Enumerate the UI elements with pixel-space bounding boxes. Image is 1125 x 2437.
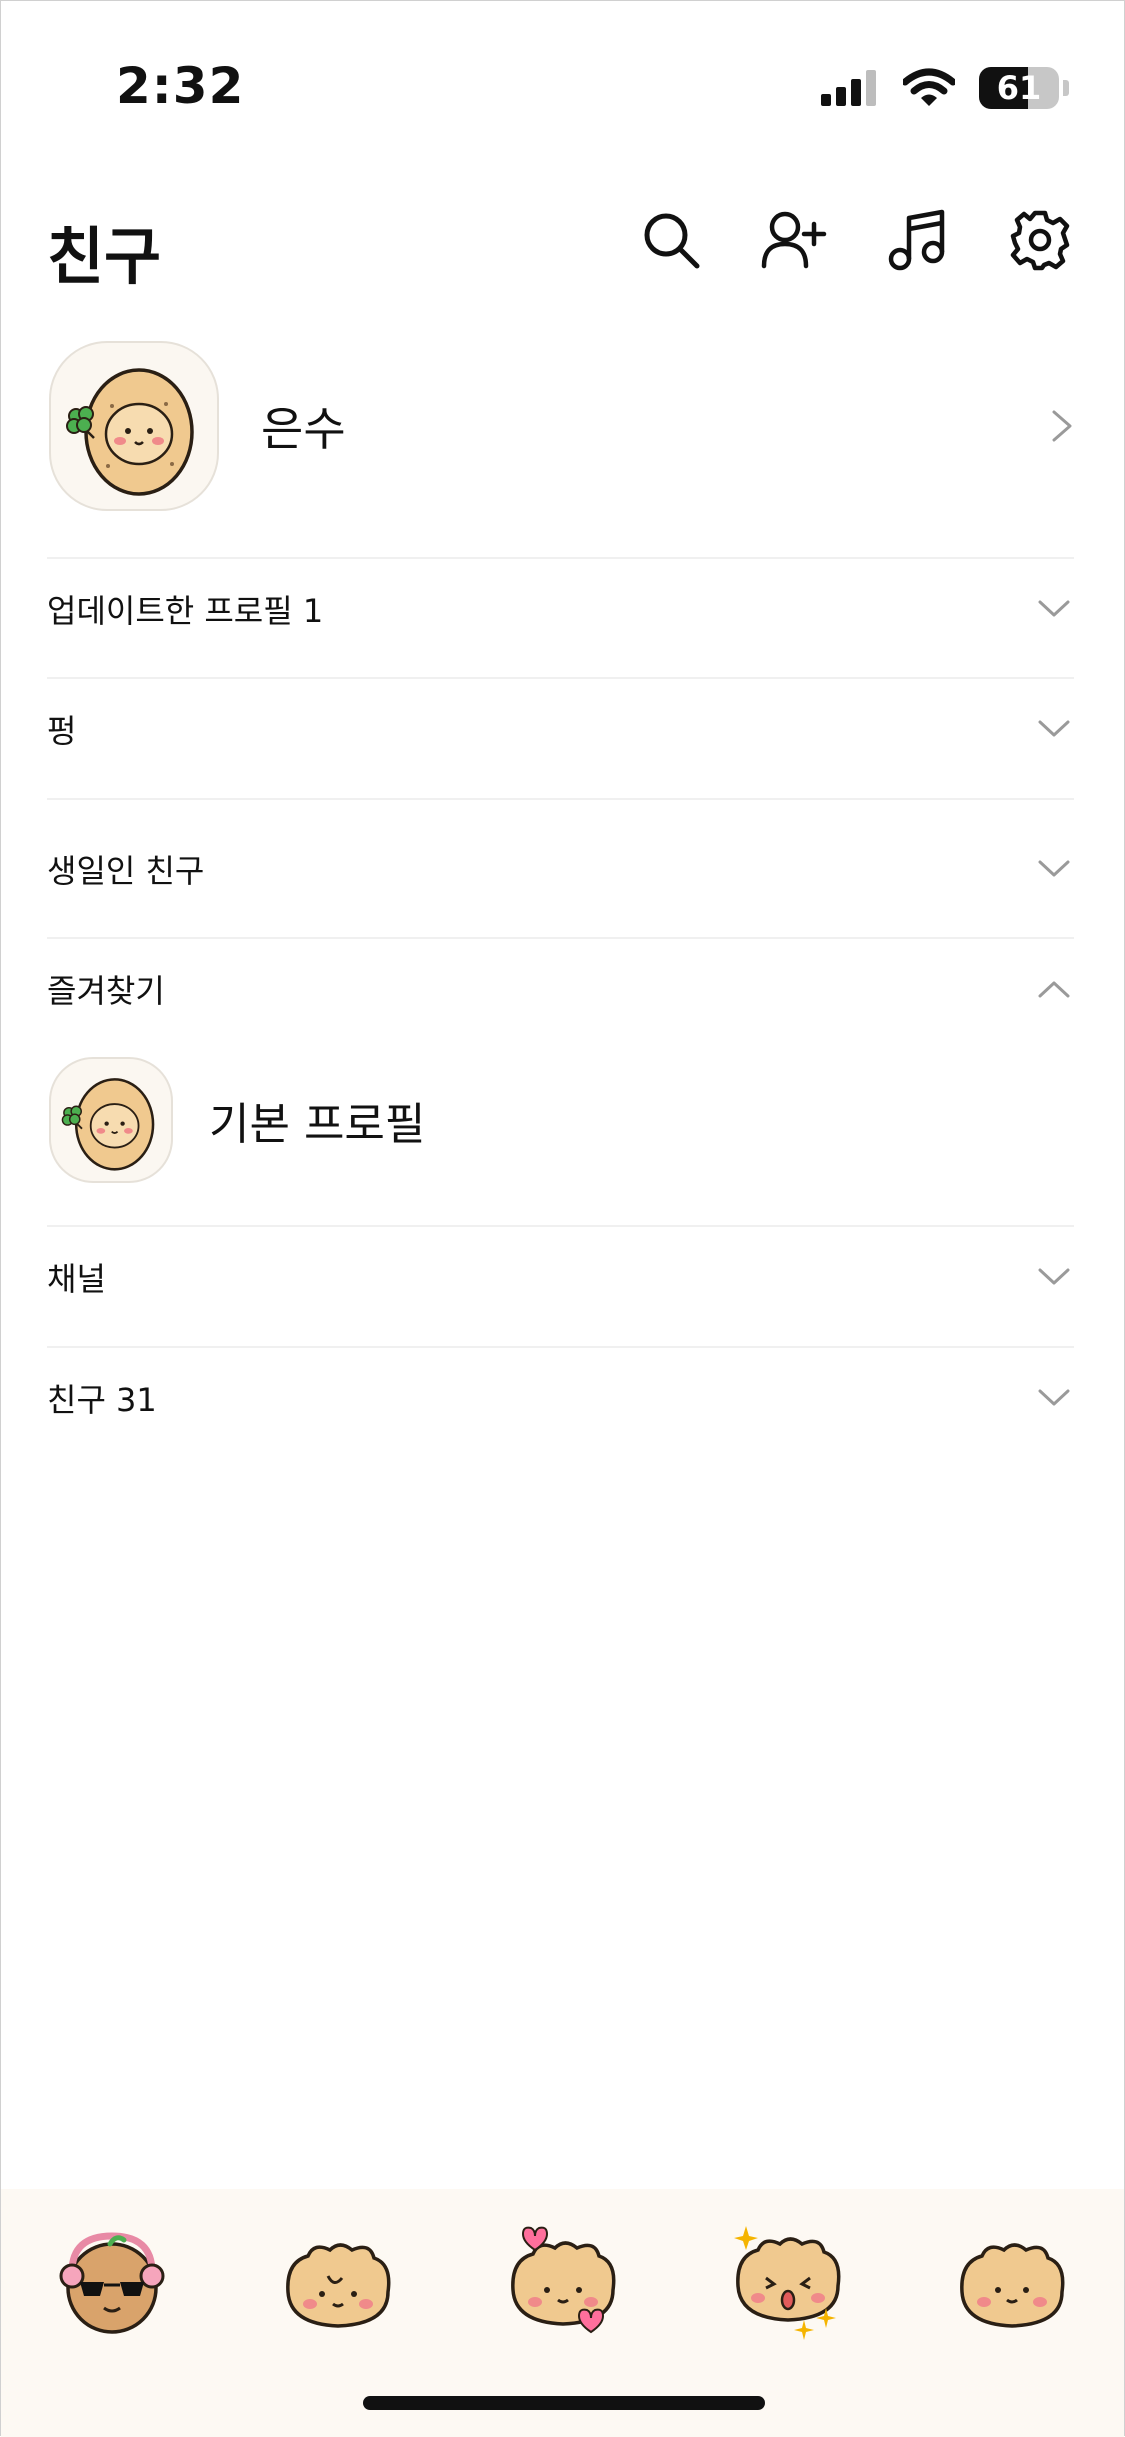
status-icons: 61	[821, 63, 1069, 113]
home-indicator[interactable]	[363, 2396, 765, 2410]
cellular-signal-icon	[821, 70, 876, 106]
section-label: 펑	[47, 712, 77, 750]
tab-friends[interactable]	[49, 2219, 179, 2349]
page-title: 친구	[47, 220, 162, 293]
battery-indicator: 61	[979, 67, 1059, 109]
settings-icon	[1010, 210, 1070, 271]
section-pyeong[interactable]: 펑	[47, 703, 1074, 755]
tab-open-chat[interactable]	[498, 2219, 628, 2349]
friends-tab-icon	[59, 2232, 165, 2334]
tab-chats[interactable]	[273, 2219, 403, 2349]
search-button[interactable]	[637, 206, 705, 274]
chevron-down-icon	[1034, 1378, 1074, 1418]
battery-level: 61	[996, 69, 1042, 107]
clover-icon	[61, 1105, 83, 1130]
status-time: 2:32	[116, 57, 245, 115]
clover-icon	[66, 406, 95, 439]
section-favorites[interactable]: 즐겨찾기	[47, 963, 1074, 1015]
divider	[47, 677, 1074, 679]
section-label: 채널	[47, 1260, 106, 1298]
tab-more[interactable]	[947, 2219, 1077, 2349]
divider	[47, 557, 1074, 559]
shopping-tab-icon	[734, 2226, 841, 2340]
settings-button[interactable]	[1006, 206, 1074, 274]
my-profile-name: 은수	[261, 402, 346, 456]
heart-icon	[577, 2308, 605, 2334]
section-channels[interactable]: 채널	[47, 1251, 1074, 1303]
chevron-up-icon	[1034, 969, 1074, 1009]
my-profile-row[interactable]: 은수	[49, 341, 1074, 511]
section-updated-profiles[interactable]: 업데이트한 프로필 1	[47, 583, 1074, 635]
wifi-icon	[903, 68, 955, 106]
favorite-item[interactable]: 기본 프로필	[49, 1057, 1074, 1183]
add-friend-button[interactable]	[760, 206, 828, 274]
music-button[interactable]	[883, 206, 951, 274]
battery-cap	[1063, 80, 1069, 96]
character-avatar-icon	[61, 1078, 155, 1171]
music-icon	[888, 209, 945, 271]
more-tab-icon	[960, 2243, 1065, 2328]
search-icon	[644, 213, 700, 269]
divider	[47, 1346, 1074, 1348]
favorite-name: 기본 프로필	[209, 1099, 426, 1150]
character-avatar-icon	[66, 368, 194, 496]
tab-shopping[interactable]	[723, 2219, 853, 2349]
section-friends[interactable]: 친구 31	[47, 1372, 1074, 1424]
chevron-down-icon	[1034, 589, 1074, 629]
section-label: 업데이트한 프로필 1	[47, 592, 324, 630]
chevron-down-icon	[1034, 849, 1074, 889]
chevron-right-icon	[1052, 410, 1072, 442]
sparkle-icon	[794, 2320, 814, 2340]
chevron-down-icon	[1034, 709, 1074, 749]
section-label: 즐겨찾기	[47, 972, 165, 1010]
sparkle-icon	[734, 2226, 758, 2250]
section-label: 친구 31	[47, 1381, 157, 1419]
chevron-down-icon	[1034, 1257, 1074, 1297]
chats-tab-icon	[286, 2243, 391, 2328]
divider	[47, 798, 1074, 800]
header-actions	[637, 206, 1074, 274]
my-avatar[interactable]	[49, 341, 219, 511]
open-chat-tab-icon	[511, 2226, 616, 2334]
divider	[47, 937, 1074, 939]
section-label: 생일인 친구	[47, 852, 205, 890]
favorite-avatar[interactable]	[49, 1057, 173, 1183]
add-friend-icon	[761, 211, 827, 269]
divider	[47, 1225, 1074, 1227]
section-birthday-friends[interactable]: 생일인 친구	[47, 843, 1074, 895]
